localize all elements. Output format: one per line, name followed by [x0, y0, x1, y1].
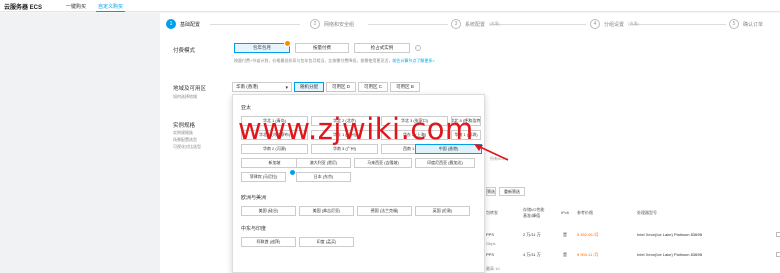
- region-option[interactable]: 印度尼西亚 (雅加达): [415, 158, 475, 168]
- group-title-europe-americas: 欧洲与美洲: [241, 195, 267, 201]
- col-cpu: 处理器型号: [637, 210, 657, 215]
- step-sub: (选填): [628, 21, 639, 26]
- region-help-link[interactable]: 如何选择地域: [173, 94, 197, 100]
- step-system-config[interactable]: 3 系统配置 (选填): [451, 19, 500, 29]
- top-bar: 云服务器 ECS 一键购买 自定义购买: [0, 0, 780, 12]
- chevron-down-icon: ▾: [285, 85, 288, 91]
- step-network-security[interactable]: 2 网络和安全组: [310, 19, 354, 29]
- filter-button[interactable]: 筛选: [486, 187, 496, 196]
- row-checkbox[interactable]: [776, 252, 780, 257]
- step-connector: [630, 24, 726, 25]
- zone-random-button[interactable]: 随机分配: [294, 82, 324, 92]
- region-option[interactable]: 英国 (伦敦): [415, 206, 470, 216]
- region-option[interactable]: 美国 (硅谷): [241, 206, 296, 216]
- row-checkbox[interactable]: [776, 232, 780, 237]
- step-number: 5: [729, 19, 739, 29]
- region-label: 地域及可用区: [173, 86, 207, 92]
- reset-filter-button[interactable]: 重新筛选: [499, 187, 525, 196]
- step-number: 2: [310, 19, 320, 29]
- cell-price: ¥ 452.06 /月: [577, 232, 599, 237]
- group-title-asia: 亚太: [241, 105, 252, 111]
- region-option[interactable]: 阿联酋 (迪拜): [241, 237, 296, 247]
- recommend-badge-icon: [289, 169, 296, 176]
- step-connector: [490, 24, 586, 25]
- cell-io: 4 万/11 万: [523, 252, 541, 257]
- cell-partial: 最高 10: [486, 266, 500, 271]
- region-selected-value: 华南 (香港): [236, 84, 259, 89]
- region-option[interactable]: 马来西亚 (吉隆坡): [354, 158, 412, 168]
- tab-custom-buy[interactable]: 自定义购买: [95, 3, 126, 12]
- brand-title: 云服务器 ECS: [4, 5, 43, 11]
- col-price: 参考价格: [577, 210, 593, 215]
- zone-b-button[interactable]: 可用区 B: [390, 82, 420, 92]
- step-group-settings[interactable]: 4 分组设置 (选填): [590, 19, 639, 29]
- region-option[interactable]: 日本 (东京): [296, 172, 351, 182]
- step-connector: [368, 24, 448, 25]
- step-confirm-order[interactable]: 5 确认订单: [729, 19, 763, 29]
- billing-hint-text: 按量付费+节省计划，价格最低折扣与包年包月相当，比按需付费降低，按需使用更灵活，: [234, 58, 393, 63]
- col-ipv6: IPv6: [561, 210, 570, 215]
- cell-price: ¥ 904.11 /月: [577, 252, 599, 257]
- billing-spot-button[interactable]: 抢占式实例: [354, 43, 410, 53]
- discount-badge-icon: [284, 40, 291, 47]
- step-basic-config[interactable]: 1 基础配置: [166, 19, 200, 29]
- billing-label: 付费模式: [173, 48, 196, 54]
- region-option[interactable]: 印度 (孟买): [299, 237, 354, 247]
- step-number: 3: [451, 19, 461, 29]
- instance-sub-compare[interactable]: 可视化对比选型: [173, 144, 201, 150]
- cell-cpu: Intel Xeon(Ice Lake) Platinum 8369B: [637, 232, 703, 237]
- step-connector: [210, 24, 300, 25]
- billing-subscription-button[interactable]: 包年包月: [234, 43, 290, 53]
- info-icon[interactable]: [415, 45, 421, 51]
- step-sub: (选填): [489, 21, 500, 26]
- region-option[interactable]: 德国 (法兰克福): [357, 206, 412, 216]
- cell-io: 2 万/11 万: [523, 232, 541, 237]
- region-select[interactable]: 华南 (香港) ▾: [232, 82, 292, 92]
- cell-partial: Gbps: [486, 241, 496, 246]
- region-option[interactable]: 澳大利亚 (悉尼): [296, 158, 351, 168]
- instance-sub-scene[interactable]: 场景配置选型: [173, 137, 197, 143]
- instance-sub-family[interactable]: 实例规格族: [173, 130, 193, 136]
- zone-c-button[interactable]: 可用区 C: [358, 82, 388, 92]
- step-number: 4: [590, 19, 600, 29]
- region-option[interactable]: 菲律宾 (马尼拉): [241, 172, 286, 182]
- step-number: 1: [166, 19, 176, 29]
- step-label: 分组设置: [604, 21, 625, 28]
- left-panel: [0, 13, 160, 273]
- annotation-arrow-icon: [474, 144, 509, 161]
- cell-pps: PPS: [486, 252, 495, 257]
- col-pps: 包转发: [486, 210, 498, 215]
- zone-d-button[interactable]: 可用区 D: [326, 82, 356, 92]
- group-title-middle-east-india: 中东与印度: [241, 226, 267, 232]
- cell-ipv6: 是: [563, 252, 567, 257]
- tab-quick-buy[interactable]: 一键购买: [66, 3, 86, 10]
- cell-ipv6: 是: [563, 232, 567, 237]
- region-option[interactable]: 美国 (弗吉尼亚): [299, 206, 354, 216]
- billing-hint-link[interactable]: 前往计算节点了解更多>: [392, 58, 434, 63]
- step-label: 网络和安全组: [324, 21, 355, 28]
- watermark-text: www.zjwiki.com: [238, 112, 474, 146]
- step-label: 基础配置: [180, 21, 201, 28]
- cell-pps: PPS: [486, 232, 495, 237]
- billing-hint: 按量付费+节省计划，价格最低折扣与包年包月相当，比按需付费降低，按需使用更灵活，…: [234, 58, 435, 64]
- col-io: 存储I/O性能 基准/峰值: [523, 207, 545, 218]
- step-label: 确认订单: [743, 21, 764, 28]
- cell-cpu: Intel Xeon(Ice Lake) Platinum 8369B: [637, 252, 703, 257]
- step-label: 系统配置: [465, 21, 486, 28]
- instance-label: 实例规格: [173, 123, 196, 129]
- billing-payg-button[interactable]: 按量付费: [295, 43, 349, 53]
